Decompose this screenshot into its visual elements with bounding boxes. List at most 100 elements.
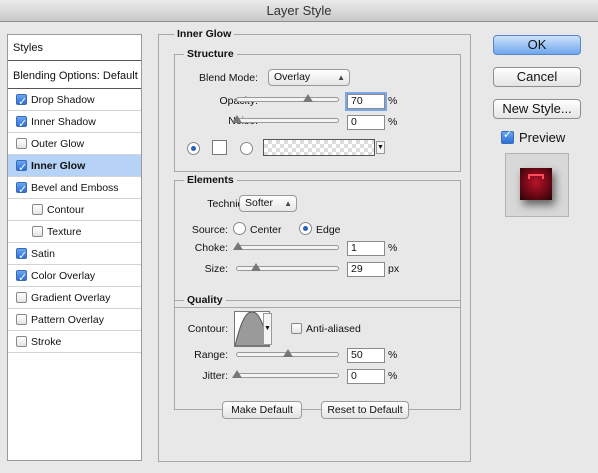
preview-checkbox[interactable] — [501, 128, 514, 144]
source-center-label: Center — [250, 224, 282, 236]
preview-swatch — [520, 168, 552, 200]
source-center-radio[interactable] — [233, 222, 246, 235]
layer-style-dialog: Styles Blending Options: Default Drop Sh… — [0, 22, 598, 473]
style-item-label: Pattern Overlay — [31, 313, 104, 326]
style-item-checkbox[interactable] — [16, 113, 27, 135]
style-item-checkbox[interactable] — [16, 138, 27, 149]
jitter-label: Jitter: — [202, 370, 228, 382]
style-item-contour[interactable]: Contour — [8, 199, 141, 221]
style-item-label: Color Overlay — [31, 269, 96, 282]
opacity-input[interactable]: 70 — [345, 92, 387, 111]
range-input[interactable]: 50 — [347, 348, 385, 363]
noise-slider[interactable] — [236, 118, 339, 123]
range-slider-thumb[interactable] — [283, 349, 293, 357]
new-style-button[interactable]: New Style... — [493, 99, 581, 119]
jitter-input[interactable]: 0 — [347, 369, 385, 384]
size-slider-thumb[interactable] — [251, 263, 261, 271]
source-label: Source: — [191, 224, 228, 236]
preview-highlight — [528, 174, 544, 179]
contour-label: Contour: — [187, 323, 228, 335]
style-item-label: Bevel and Emboss — [31, 181, 119, 194]
styles-header[interactable]: Styles — [8, 35, 141, 61]
style-item-pattern-overlay[interactable]: Pattern Overlay — [8, 309, 141, 331]
style-item-label: Gradient Overlay — [31, 291, 111, 304]
contour-dropdown-icon[interactable]: ▼ — [263, 313, 272, 345]
blend-mode-value: Overlay — [274, 71, 311, 83]
style-item-checkbox[interactable] — [16, 91, 27, 113]
ok-button[interactable]: OK — [493, 35, 581, 55]
panel-title: Inner Glow — [174, 28, 235, 40]
style-item-label: Outer Glow — [31, 137, 85, 150]
size-label: Size: — [204, 263, 228, 275]
cancel-button[interactable]: Cancel — [493, 67, 581, 87]
style-preview-thumbnail — [505, 153, 569, 217]
color-radio[interactable] — [187, 142, 200, 155]
style-item-gradient-overlay[interactable]: Gradient Overlay — [8, 287, 141, 309]
blend-mode-label: Blend Mode: — [199, 72, 258, 84]
size-input[interactable]: 29 — [347, 262, 385, 277]
style-item-label: Drop Shadow — [31, 93, 95, 106]
technique-select[interactable]: Softer ▲ — [239, 195, 297, 212]
technique-value: Softer — [245, 197, 274, 209]
style-item-label: Inner Shadow — [31, 115, 96, 128]
glow-color-swatch[interactable] — [212, 140, 227, 155]
styles-list: Styles Blending Options: Default Drop Sh… — [7, 34, 142, 461]
preview-label: Preview — [519, 130, 566, 145]
style-item-label: Texture — [47, 225, 82, 238]
reset-default-button[interactable]: Reset to Default — [321, 401, 409, 419]
window-title: Layer Style — [0, 0, 598, 22]
elements-legend: Elements — [184, 174, 237, 186]
style-item-label: Inner Glow — [31, 159, 86, 172]
style-item-satin[interactable]: Satin — [8, 243, 141, 267]
opacity-slider-thumb[interactable] — [303, 94, 313, 102]
source-edge-radio[interactable] — [299, 222, 312, 235]
blending-options[interactable]: Blending Options: Default — [8, 63, 141, 89]
style-item-checkbox[interactable] — [16, 179, 27, 201]
noise-unit: % — [388, 116, 398, 128]
make-default-button[interactable]: Make Default — [222, 401, 302, 419]
style-item-label: Contour — [47, 203, 85, 216]
style-item-checkbox[interactable] — [16, 267, 27, 289]
style-item-label: Stroke — [31, 335, 62, 348]
choke-unit: % — [388, 242, 398, 254]
select-arrows-icon: ▲ — [284, 199, 292, 208]
style-item-stroke[interactable]: Stroke — [8, 331, 141, 353]
style-item-checkbox[interactable] — [16, 292, 27, 303]
style-item-inner-shadow[interactable]: Inner Shadow — [8, 111, 141, 135]
style-item-checkbox[interactable] — [16, 245, 27, 267]
gradient-swatch[interactable] — [263, 139, 375, 156]
antialiased-label: Anti-aliased — [306, 323, 361, 335]
style-item-label: Satin — [31, 247, 55, 260]
style-item-bevel-and-emboss[interactable]: Bevel and Emboss — [8, 177, 141, 201]
size-unit: px — [388, 263, 400, 275]
jitter-slider[interactable] — [236, 373, 339, 378]
style-item-color-overlay[interactable]: Color Overlay — [8, 265, 141, 289]
style-item-checkbox[interactable] — [16, 157, 27, 179]
opacity-unit: % — [388, 95, 398, 107]
gradient-dropdown-icon[interactable]: ▼ — [376, 141, 385, 154]
style-item-checkbox[interactable] — [32, 204, 43, 215]
gradient-radio[interactable] — [240, 142, 253, 155]
choke-slider[interactable] — [236, 245, 339, 250]
style-item-texture[interactable]: Texture — [8, 221, 141, 243]
noise-slider-thumb[interactable] — [232, 115, 242, 123]
style-item-checkbox[interactable] — [32, 226, 43, 237]
style-item-drop-shadow[interactable]: Drop Shadow — [8, 89, 141, 113]
range-label: Range: — [194, 349, 228, 361]
blend-mode-select[interactable]: Overlay ▲ — [268, 69, 350, 86]
quality-legend: Quality — [184, 294, 226, 306]
style-item-checkbox[interactable] — [16, 336, 27, 347]
noise-input[interactable]: 0 — [347, 115, 385, 130]
style-item-outer-glow[interactable]: Outer Glow — [8, 133, 141, 155]
choke-input[interactable]: 1 — [347, 241, 385, 256]
jitter-unit: % — [388, 370, 398, 382]
antialiased-checkbox[interactable] — [291, 323, 302, 334]
style-item-inner-glow[interactable]: Inner Glow — [8, 155, 141, 179]
opacity-slider[interactable] — [236, 97, 339, 102]
range-unit: % — [388, 349, 398, 361]
select-arrows-icon: ▲ — [337, 73, 345, 82]
choke-slider-thumb[interactable] — [233, 242, 243, 250]
style-item-checkbox[interactable] — [16, 314, 27, 325]
choke-label: Choke: — [194, 242, 228, 254]
jitter-slider-thumb[interactable] — [232, 370, 242, 378]
